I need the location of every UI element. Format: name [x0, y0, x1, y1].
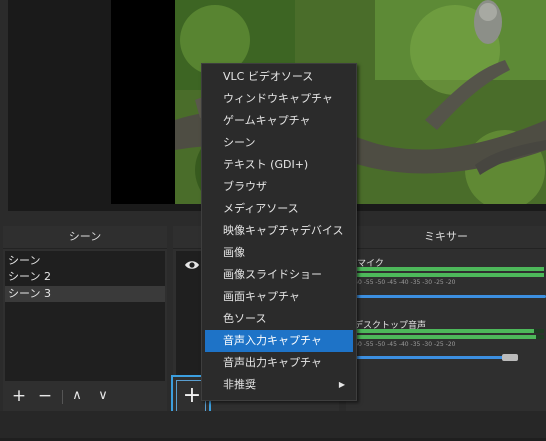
menu-item-audio-input-capture[interactable]: 音声入力キャプチャ	[205, 330, 353, 352]
menu-item-media-source[interactable]: メディアソース	[205, 198, 353, 220]
menu-item-browser[interactable]: ブラウザ	[205, 176, 353, 198]
menu-item-image[interactable]: 画像	[205, 242, 353, 264]
mixer-dock: ミキサー マイク -60 -55 -50 -45 -40 -35 -30 -25…	[346, 226, 546, 411]
scenes-dock-title: シーン	[3, 226, 167, 249]
menu-item-deprecated[interactable]: 非推奨 ▶	[205, 374, 353, 396]
menu-item-image-slideshow[interactable]: 画像スライドショー	[205, 264, 353, 286]
menu-item-game-capture[interactable]: ゲームキャプチャ	[205, 110, 353, 132]
audio-meter	[354, 335, 544, 339]
menu-item-audio-output-capture[interactable]: 音声出力キャプチャ	[205, 352, 353, 374]
scene-item[interactable]: シーン 2	[5, 269, 165, 285]
preview-black-region	[111, 0, 175, 204]
scene-item[interactable]: シーン 3	[5, 286, 165, 302]
audio-meter	[354, 273, 544, 277]
scene-item[interactable]: シーン	[5, 253, 165, 269]
menu-item-color-source[interactable]: 色ソース	[205, 308, 353, 330]
volume-slider-knob[interactable]	[502, 354, 518, 361]
menu-item-deprecated-label: 非推奨	[223, 378, 256, 391]
menu-item-text-gdi[interactable]: テキスト (GDI+)	[205, 154, 353, 176]
meter-ticks: -60 -55 -50 -45 -40 -35 -30 -25 -20	[352, 279, 456, 286]
menu-item-display-capture[interactable]: 画面キャプチャ	[205, 286, 353, 308]
remove-scene-button[interactable]: −	[36, 388, 54, 406]
menu-item-scene[interactable]: シーン	[205, 132, 353, 154]
add-scene-button[interactable]: +	[10, 388, 28, 406]
meter-ticks: -60 -55 -50 -45 -40 -35 -30 -25 -20	[352, 341, 456, 348]
move-scene-up-button[interactable]: ∧	[68, 388, 86, 406]
eye-icon[interactable]	[184, 256, 200, 269]
toolbar-separator	[62, 390, 63, 404]
mixer-dock-title: ミキサー	[346, 226, 546, 249]
menu-item-window-capture[interactable]: ウィンドウキャプチャ	[205, 88, 353, 110]
volume-slider[interactable]	[354, 356, 504, 359]
status-area	[0, 411, 546, 441]
move-scene-down-button[interactable]: ∨	[94, 388, 112, 406]
menu-item-vlc-video-source[interactable]: VLC ビデオソース	[205, 66, 353, 88]
scenes-list[interactable]: シーン シーン 2 シーン 3	[5, 251, 165, 381]
volume-slider[interactable]	[354, 295, 546, 298]
submenu-arrow-icon: ▶	[338, 380, 345, 389]
audio-meter	[354, 329, 544, 333]
menu-item-video-capture-device[interactable]: 映像キャプチャデバイス	[205, 220, 353, 242]
audio-meter	[354, 267, 544, 271]
add-source-context-menu: VLC ビデオソース ウィンドウキャプチャ ゲームキャプチャ シーン テキスト …	[201, 63, 357, 401]
